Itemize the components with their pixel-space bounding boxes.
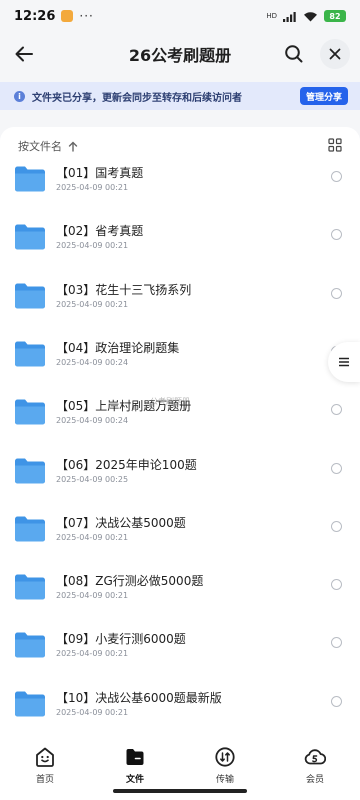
folder-icon bbox=[15, 224, 45, 250]
file-row[interactable]: 【01】国考真题 2025-04-09 00:21 bbox=[0, 164, 360, 222]
file-row[interactable]: 【03】花生十三飞扬系列 2025-04-09 00:21 bbox=[0, 281, 360, 339]
file-row[interactable]: 【06】2025年申论100题 2025-04-09 00:25 bbox=[0, 456, 360, 514]
file-row[interactable]: 【08】ZG行测必做5000题 2025-04-09 00:21 bbox=[0, 572, 360, 630]
arrow-up-icon bbox=[68, 141, 78, 152]
file-date: 2025-04-09 00:21 bbox=[56, 707, 129, 717]
file-date: 2025-04-09 00:24 bbox=[56, 416, 129, 426]
menu-icon bbox=[339, 357, 349, 367]
search-button[interactable] bbox=[280, 40, 308, 68]
side-menu-handle[interactable] bbox=[328, 342, 360, 382]
watermark-text: 公考刷题册 bbox=[150, 397, 190, 406]
file-icon bbox=[126, 749, 144, 765]
select-radio[interactable] bbox=[331, 171, 342, 182]
select-radio[interactable] bbox=[331, 579, 342, 591]
status-time: 12:26 bbox=[14, 8, 56, 24]
manage-share-button[interactable]: 管理分享 bbox=[299, 87, 348, 105]
folder-icon bbox=[15, 516, 45, 542]
file-date: 2025-04-09 00:21 bbox=[56, 299, 129, 309]
search-icon bbox=[285, 45, 303, 63]
file-name: 【04】政治理论刷题集 bbox=[56, 340, 180, 355]
nav-files-label: 文件 bbox=[125, 775, 144, 785]
file-row[interactable]: 【10】决战公基6000题最新版 2025-04-09 00:21 bbox=[0, 689, 360, 737]
folder-icon bbox=[15, 341, 45, 367]
sort-label: 按文件名 bbox=[18, 140, 62, 153]
file-name: 【01】国考真题 bbox=[56, 166, 144, 180]
transfer-icon bbox=[215, 747, 235, 767]
header: 26公考刷题册 bbox=[0, 32, 360, 76]
signal-icon bbox=[283, 11, 296, 22]
grid-view-button[interactable] bbox=[328, 137, 342, 155]
status-bar: 12:26 ··· HD 82 bbox=[0, 0, 360, 32]
file-row[interactable]: 【04】政治理论刷题集 2025-04-09 00:24 bbox=[0, 339, 360, 397]
sort-by-name-button[interactable]: 按文件名 bbox=[18, 138, 78, 154]
folder-icon bbox=[15, 458, 45, 483]
file-date: 2025-04-09 00:21 bbox=[56, 649, 129, 659]
folder-icon bbox=[15, 691, 45, 717]
file-row[interactable]: 【09】小麦行测6000题 2025-04-09 00:21 bbox=[0, 630, 360, 688]
folder-icon bbox=[15, 166, 45, 192]
file-date: 2025-04-09 00:21 bbox=[56, 591, 129, 601]
member-icon bbox=[304, 749, 326, 765]
file-row[interactable]: 【07】决战公基5000题 2025-04-09 00:21 bbox=[0, 514, 360, 572]
back-button[interactable] bbox=[10, 40, 38, 68]
arrow-left-icon bbox=[15, 46, 33, 62]
file-list-card: 按文件名 【01】国考真题 2025-04-09 00:21 【02】省考真题 202… bbox=[0, 127, 360, 737]
app-notification-icon bbox=[61, 10, 74, 22]
nav-transfer-label: 传输 bbox=[215, 775, 234, 785]
folder-icon bbox=[15, 283, 45, 309]
file-name: 【06】2025年申论100题 bbox=[56, 457, 197, 472]
hd-label: HD bbox=[266, 11, 277, 20]
file-date: 2025-04-09 00:24 bbox=[56, 357, 129, 367]
nav-member[interactable]: 会员 bbox=[285, 746, 345, 800]
battery-icon: 82 bbox=[324, 10, 346, 22]
select-radio[interactable] bbox=[331, 229, 342, 241]
file-date: 2025-04-09 00:21 bbox=[56, 241, 129, 251]
file-name: 【07】决战公基5000题 bbox=[56, 515, 186, 530]
home-face-icon bbox=[36, 747, 54, 767]
file-name: 【03】花生十三飞扬系列 bbox=[56, 282, 192, 297]
file-name: 【08】ZG行测必做5000题 bbox=[56, 574, 204, 589]
select-radio[interactable] bbox=[331, 520, 342, 532]
wifi-icon bbox=[304, 11, 317, 21]
select-radio[interactable] bbox=[331, 462, 342, 474]
file-date: 2025-04-09 00:21 bbox=[56, 183, 129, 192]
select-radio[interactable] bbox=[331, 404, 342, 416]
file-name: 【09】小麦行测6000题 bbox=[56, 632, 186, 647]
select-radio[interactable] bbox=[331, 287, 342, 299]
file-name: 【10】决战公基6000题最新版 bbox=[56, 690, 222, 705]
share-notice-bar: i 文件夹已分享，更新会同步至转存和后续访问者 管理分享 bbox=[0, 82, 360, 110]
more-notifications-icon: ··· bbox=[79, 9, 94, 23]
file-row[interactable]: 【02】省考真题 2025-04-09 00:21 bbox=[0, 222, 360, 280]
folder-icon bbox=[15, 632, 45, 658]
nav-member-label: 会员 bbox=[305, 775, 324, 785]
home-indicator bbox=[113, 789, 247, 793]
close-button[interactable] bbox=[320, 39, 350, 69]
file-date: 2025-04-09 00:25 bbox=[56, 474, 129, 484]
folder-icon bbox=[15, 399, 45, 425]
folder-icon bbox=[15, 574, 45, 600]
close-icon bbox=[329, 48, 341, 60]
grid-view-icon bbox=[328, 137, 342, 152]
nav-home-label: 首页 bbox=[35, 775, 54, 785]
select-radio[interactable] bbox=[331, 695, 342, 707]
select-radio[interactable] bbox=[331, 637, 342, 649]
sort-row: 按文件名 bbox=[0, 127, 360, 165]
file-date: 2025-04-09 00:21 bbox=[56, 532, 129, 542]
file-name: 【02】省考真题 bbox=[56, 224, 144, 239]
share-notice-text: 文件夹已分享，更新会同步至转存和后续访问者 bbox=[32, 92, 242, 104]
nav-home[interactable]: 首页 bbox=[15, 746, 75, 800]
info-icon: i bbox=[14, 90, 25, 102]
